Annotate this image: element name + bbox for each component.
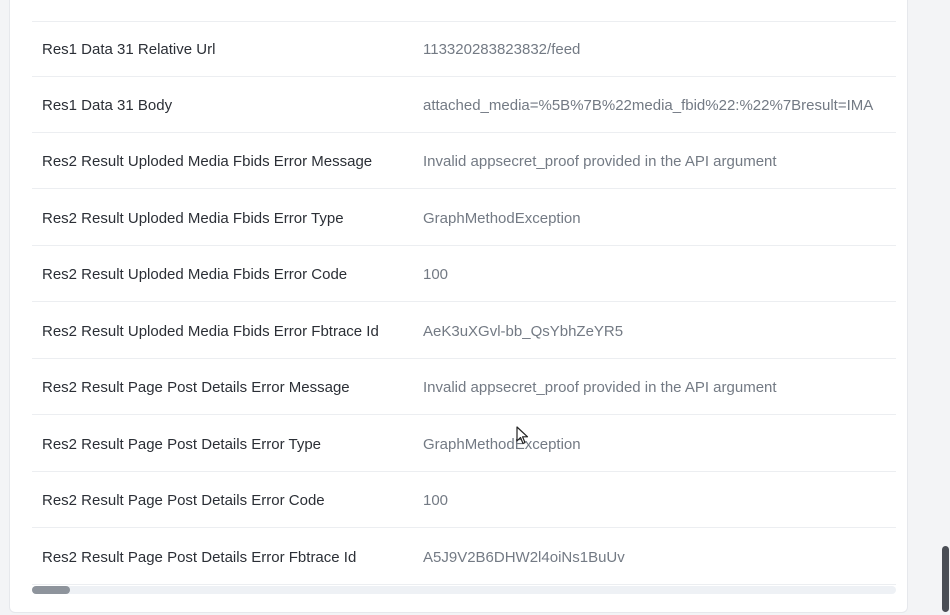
table-row: Res2 Result Uploded Media Fbids Error Fb… xyxy=(32,304,896,359)
table-row: Res2 Result Page Post Details Error Type… xyxy=(32,417,896,472)
vertical-scrollbar-track[interactable] xyxy=(940,0,950,615)
row-label: Res1 Data 31 Body xyxy=(32,78,397,133)
table-row: Res2 Result Page Post Details Error Code… xyxy=(32,473,896,528)
details-panel: Res1 Data 31 Relative Url 11332028382383… xyxy=(9,0,908,613)
table-row: Res1 Data 31 Body attached_media=%5B%7B%… xyxy=(32,78,896,133)
row-value: attached_media=%5B%7B%22media_fbid%22:%2… xyxy=(423,97,874,114)
row-label: Res2 Result Page Post Details Error Type xyxy=(32,417,397,472)
row-value: AeK3uXGvl-bb_QsYbhZeYR5 xyxy=(423,323,624,340)
row-label: Res2 Result Uploded Media Fbids Error Fb… xyxy=(32,304,397,359)
row-value: 100 xyxy=(423,266,449,283)
horizontal-scrollbar-track[interactable] xyxy=(32,586,896,594)
row-label: Res2 Result Page Post Details Error Code xyxy=(32,473,397,528)
table-row: Res1 Data 31 Relative Url 11332028382383… xyxy=(32,22,896,77)
row-label: Res2 Result Uploded Media Fbids Error Ty… xyxy=(32,191,397,246)
table-row: Res2 Result Uploded Media Fbids Error Me… xyxy=(32,134,896,189)
vertical-scrollbar-thumb[interactable] xyxy=(942,546,949,612)
row-label: Res2 Result Page Post Details Error Fbtr… xyxy=(32,530,397,585)
row-value: 113320283823832/feed xyxy=(423,41,581,58)
table-row: Res2 Result Uploded Media Fbids Error Co… xyxy=(32,247,896,302)
row-value: A5J9V2B6DHW2l4oiNs1BuUv xyxy=(423,549,625,566)
row-label: Res2 Result Uploded Media Fbids Error Me… xyxy=(32,134,397,189)
row-label: Res2 Result Page Post Details Error Mess… xyxy=(32,360,397,415)
row-value: GraphMethodException xyxy=(423,436,581,453)
mouse-pointer-icon xyxy=(516,426,529,445)
table-row: Res2 Result Page Post Details Error Fbtr… xyxy=(32,530,896,585)
row-label: Res2 Result Uploded Media Fbids Error Co… xyxy=(32,247,397,302)
horizontal-scrollbar-thumb[interactable] xyxy=(32,586,70,594)
row-value: GraphMethodException xyxy=(423,210,581,227)
row-label: Res1 Data 31 Relative Url xyxy=(32,22,397,77)
table-row: Res2 Result Uploded Media Fbids Error Ty… xyxy=(32,191,896,246)
row-value: Invalid appsecret_proof provided in the … xyxy=(423,153,777,170)
row-value: Invalid appsecret_proof provided in the … xyxy=(423,379,777,396)
details-table: Res1 Data 31 Relative Url 11332028382383… xyxy=(32,0,896,586)
row-value: 100 xyxy=(423,492,449,509)
table-row: Res2 Result Page Post Details Error Mess… xyxy=(32,360,896,415)
